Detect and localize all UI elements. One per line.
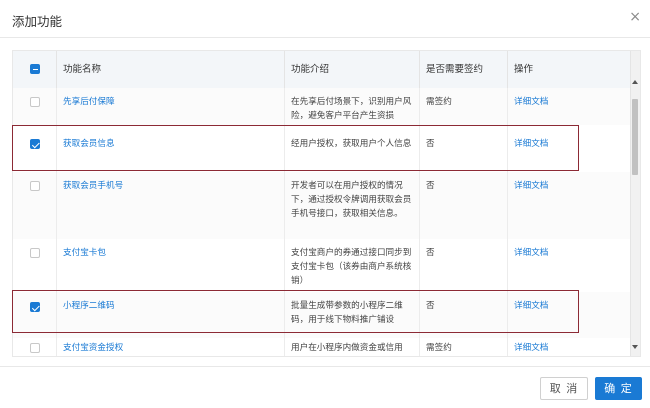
sign-required: 否 (420, 292, 508, 338)
scroll-thumb[interactable] (632, 99, 638, 175)
header-feature-name: 功能名称 (57, 51, 285, 88)
select-all-checkbox[interactable] (30, 64, 40, 74)
feature-desc: 支付宝商户的券通过接口同步到支付宝卡包（该券由商户系统核销） (285, 239, 420, 292)
feature-name-link[interactable]: 支付宝卡包 (57, 239, 285, 292)
sign-required: 否 (420, 239, 508, 292)
doc-link[interactable]: 详细文档 (508, 292, 630, 338)
confirm-button[interactable]: 确 定 (595, 377, 642, 400)
row-checkbox[interactable] (30, 181, 40, 191)
header-action: 操作 (514, 64, 534, 75)
doc-link[interactable]: 详细文档 (508, 338, 630, 356)
feature-desc: 在先享后付场景下，识别用户风险，避免客户平台产生资损 (285, 88, 420, 125)
table-row: 获取会员信息 经用户授权，获取用户个人信息 否 详细文档 (13, 125, 630, 173)
table-row: 小程序二维码 批量生成带参数的小程序二维码，用于线下物料推广铺设 否 详细文档 (13, 292, 630, 339)
vertical-scrollbar[interactable] (630, 51, 640, 356)
table-header: 功能名称 功能介绍 是否需要签约 操作 (13, 51, 630, 89)
dialog-footer: 取 消 确 定 (0, 366, 650, 408)
sign-required: 否 (420, 172, 508, 239)
table-row: 先享后付保障 在先享后付场景下，识别用户风险，避免客户平台产生资损 需签约 详细… (13, 88, 630, 126)
header-feature-desc: 功能介绍 (285, 51, 420, 88)
feature-name-link[interactable]: 先享后付保障 (57, 88, 285, 125)
doc-link[interactable]: 详细文档 (508, 172, 630, 239)
row-checkbox[interactable] (30, 343, 40, 353)
feature-name-link[interactable]: 小程序二维码 (57, 292, 285, 338)
row-checkbox[interactable] (30, 97, 40, 107)
dialog-header: 添加功能 × (0, 0, 650, 38)
close-icon[interactable]: × (629, 9, 641, 25)
feature-desc: 开发者可以在用户授权的情况下，通过授权令牌调用获取会员手机号接口，获取相关信息。 (285, 172, 420, 239)
feature-name-link[interactable]: 获取会员手机号 (57, 172, 285, 239)
header-select-cell (13, 51, 57, 88)
header-sign-required: 是否需要签约 (420, 51, 508, 88)
feature-desc: 经用户授权，获取用户个人信息 (285, 125, 420, 172)
dialog-title: 添加功能 (12, 14, 63, 29)
doc-link[interactable]: 详细文档 (508, 88, 630, 125)
table-row: 获取会员手机号 开发者可以在用户授权的情况下，通过授权令牌调用获取会员手机号接口… (13, 172, 630, 240)
row-checkbox[interactable] (30, 302, 40, 312)
add-feature-dialog: 添加功能 × 功能名称 功能介绍 是否需要签约 操作 先享后付保障 在先享后付场… (0, 0, 650, 407)
doc-link[interactable]: 详细文档 (508, 125, 630, 172)
table-row: 支付宝资金授权 用户在小程序内做资金或信用 需签约 详细文档 (13, 338, 630, 356)
table-body[interactable]: 先享后付保障 在先享后付场景下，识别用户风险，避免客户平台产生资损 需签约 详细… (13, 88, 630, 356)
feature-name-link[interactable]: 支付宝资金授权 (57, 338, 285, 356)
feature-desc: 用户在小程序内做资金或信用 (285, 338, 420, 356)
sign-required: 需签约 (420, 338, 508, 356)
sign-required: 否 (420, 125, 508, 172)
row-checkbox[interactable] (30, 248, 40, 258)
doc-link[interactable]: 详细文档 (508, 239, 630, 292)
row-checkbox[interactable] (30, 139, 40, 149)
scroll-down-arrow-icon[interactable] (632, 345, 638, 349)
scroll-up-arrow-icon[interactable] (632, 80, 638, 84)
table-row: 支付宝卡包 支付宝商户的券通过接口同步到支付宝卡包（该券由商户系统核销） 否 详… (13, 239, 630, 293)
cancel-button[interactable]: 取 消 (540, 377, 588, 400)
sign-required: 需签约 (420, 88, 508, 125)
feature-desc: 批量生成带参数的小程序二维码，用于线下物料推广铺设 (285, 292, 420, 338)
feature-name-link[interactable]: 获取会员信息 (57, 125, 285, 172)
feature-table: 功能名称 功能介绍 是否需要签约 操作 先享后付保障 在先享后付场景下，识别用户… (12, 50, 641, 357)
